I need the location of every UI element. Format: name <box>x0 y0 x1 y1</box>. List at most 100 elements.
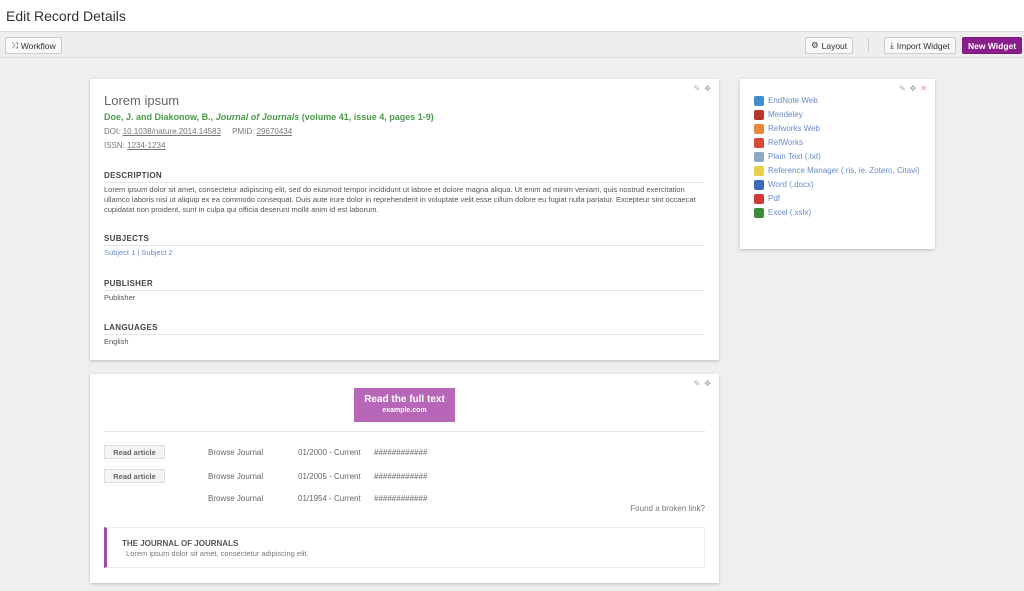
browse-journal-link[interactable]: Browse Journal <box>208 448 263 457</box>
read-article-button[interactable]: Read article <box>104 445 165 459</box>
download-icon: ⤓ <box>890 40 894 50</box>
export-item-label: Reference Manager (.ris, ie. Zotero, Cit… <box>768 166 920 175</box>
export-item[interactable]: EndNote Web <box>754 94 920 108</box>
export-item[interactable]: Excel (.xslx) <box>754 206 920 220</box>
export-item[interactable]: Mendeley <box>754 108 920 122</box>
broken-link-report[interactable]: Found a broken link? <box>630 504 705 513</box>
edit-icon[interactable]: ✎ <box>694 84 701 93</box>
subject-link[interactable]: Subject 2 <box>141 248 172 257</box>
publisher-value: Publisher <box>104 293 136 302</box>
read-article-button[interactable]: Read article <box>104 469 165 483</box>
export-item[interactable]: Word (.docx) <box>754 178 920 192</box>
description-heading: DESCRIPTION <box>104 171 704 183</box>
language-value: English <box>104 337 129 346</box>
export-item-label: Plain Text (.txt) <box>768 152 821 161</box>
identifier-line: DOI: 10.1038/nature.2014.14583 PMID: 296… <box>104 127 292 136</box>
page-title: Edit Record Details <box>6 8 126 24</box>
endnote-icon <box>754 96 764 106</box>
panel-controls: ✎ ✥ <box>694 379 711 388</box>
export-item-label: RefWorks <box>768 138 803 147</box>
subject-separator: | <box>137 248 140 257</box>
move-icon[interactable]: ✥ <box>704 84 711 93</box>
export-panel: ✎ ✥ ✕ EndNote Web Mendeley Refworks Web Ref… <box>740 79 935 249</box>
new-widget-button[interactable]: New Widget <box>962 37 1023 54</box>
export-item[interactable]: RefWorks <box>754 136 920 150</box>
export-item-label: Pdf <box>768 194 781 203</box>
doi-label: DOI: <box>104 127 121 136</box>
coverage: 01/2005 - Current <box>298 472 361 481</box>
fulltext-row: Browse Journal 01/1954 - Current #######… <box>104 491 704 505</box>
toolbar-divider <box>868 38 869 52</box>
export-item[interactable]: Reference Manager (.ris, ie. Zotero, Cit… <box>754 164 920 178</box>
move-icon[interactable]: ✥ <box>704 379 711 388</box>
export-item[interactable]: Refworks Web <box>754 122 920 136</box>
languages-heading: LANGUAGES <box>104 323 704 335</box>
mendeley-icon <box>754 110 764 120</box>
fulltext-row: Read article Browse Journal 01/2005 - Cu… <box>104 469 704 483</box>
refworks-web-icon <box>754 124 764 134</box>
subjects-list: Subject 1 | Subject 2 <box>104 248 708 258</box>
volume-info: (volume 41, issue 4, pages 1-9) <box>301 112 434 122</box>
gear-icon: ⚙ <box>811 40 819 50</box>
holding-code: ############ <box>374 494 428 503</box>
pmid-label: PMID: <box>232 127 255 136</box>
shuffle-icon: ⤨ <box>11 40 18 50</box>
journal-description: Lorem ipsum dolor sit amet, consectetur … <box>126 549 309 558</box>
pdf-icon <box>754 194 764 204</box>
coverage: 01/1954 - Current <box>298 494 361 503</box>
refworks-icon <box>754 138 764 148</box>
pmid-link[interactable]: 29670434 <box>257 127 293 136</box>
move-icon[interactable]: ✥ <box>910 84 917 93</box>
full-text-domain: example.com <box>382 407 427 414</box>
export-item-label: Refworks Web <box>768 124 820 133</box>
journal-info-box: THE JOURNAL OF JOURNALS Lorem ipsum dolo… <box>104 527 705 568</box>
text-file-icon <box>754 152 764 162</box>
edit-icon[interactable]: ✎ <box>694 379 701 388</box>
export-item-label: Word (.docx) <box>768 180 814 189</box>
journal-title: THE JOURNAL OF JOURNALS <box>122 539 239 548</box>
export-item-label: Mendeley <box>768 110 803 119</box>
export-item[interactable]: Plain Text (.txt) <box>754 150 920 164</box>
layout-button-label: Layout <box>821 40 848 51</box>
workflow-button-label: Workflow <box>20 40 56 51</box>
journal-name: Journal of Journals <box>215 112 300 122</box>
export-item-label: EndNote Web <box>768 96 818 105</box>
citation: Doe, J. and Diakonow, B., Journal of Jou… <box>104 112 434 122</box>
authors: Doe, J. and Diakonow, B., <box>104 112 214 122</box>
layout-button[interactable]: ⚙ Layout <box>805 37 854 54</box>
panel-controls: ✎ ✥ <box>694 84 711 93</box>
subject-link[interactable]: Subject 1 <box>104 248 135 257</box>
export-item[interactable]: Pdf <box>754 192 920 206</box>
doi-link[interactable]: 10.1038/nature.2014.14583 <box>123 127 221 136</box>
record-details-panel: ✎ ✥ Lorem ipsum Doe, J. and Diakonow, B.… <box>90 79 719 360</box>
issn-line: ISSN: 1234-1234 <box>104 141 165 150</box>
holding-code: ############ <box>374 448 428 457</box>
export-list: EndNote Web Mendeley Refworks Web RefWorks P… <box>754 94 920 220</box>
read-full-text-button[interactable]: Read the full text example.com <box>354 388 455 422</box>
excel-icon <box>754 208 764 218</box>
holding-code: ############ <box>374 472 428 481</box>
lightbulb-icon <box>754 166 764 176</box>
browse-journal-link[interactable]: Browse Journal <box>208 494 263 503</box>
subjects-heading: SUBJECTS <box>104 234 704 246</box>
panel-controls: ✎ ✥ ✕ <box>899 84 927 93</box>
coverage: 01/2000 - Current <box>298 448 361 457</box>
import-widget-button[interactable]: ⤓ Import Widget <box>884 37 956 54</box>
issn-link[interactable]: 1234-1234 <box>127 141 165 150</box>
toolbar: ⤨ Workflow ⚙ Layout ⤓ Import Widget New … <box>0 32 1024 58</box>
close-icon[interactable]: ✕ <box>920 84 927 93</box>
full-text-title: Read the full text <box>364 394 445 405</box>
import-widget-label: Import Widget <box>896 40 950 51</box>
divider <box>104 431 705 432</box>
publisher-heading: PUBLISHER <box>104 279 704 291</box>
edit-icon[interactable]: ✎ <box>899 84 906 93</box>
record-title: Lorem ipsum <box>104 93 180 108</box>
fulltext-row: Read article Browse Journal 01/2000 - Cu… <box>104 445 704 459</box>
title-bar: Edit Record Details <box>0 0 1024 32</box>
workflow-button[interactable]: ⤨ Workflow <box>5 37 62 54</box>
export-item-label: Excel (.xslx) <box>768 208 812 217</box>
new-widget-label: New Widget <box>968 40 1017 51</box>
fulltext-panel: ✎ ✥ Read the full text example.com Read … <box>90 374 719 583</box>
browse-journal-link[interactable]: Browse Journal <box>208 472 263 481</box>
word-icon <box>754 180 764 190</box>
